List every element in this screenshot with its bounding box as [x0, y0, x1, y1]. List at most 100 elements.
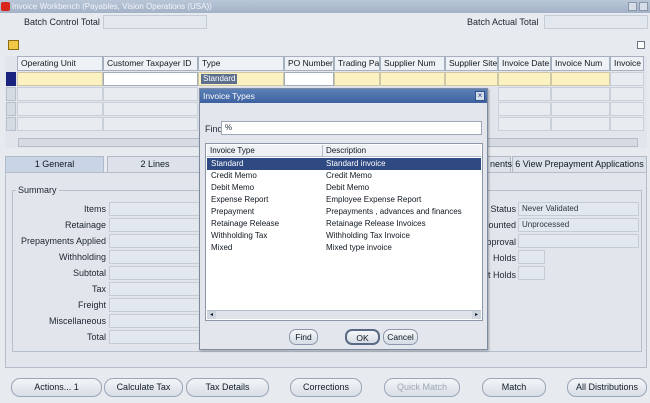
list-item-desc: Mixed type invoice [326, 243, 392, 252]
batch-control-total-label: Batch Control Total [24, 17, 100, 27]
batch-control-total-field[interactable] [103, 15, 207, 29]
corrections-button[interactable]: Corrections [290, 378, 362, 397]
customer-taxpayer-cell[interactable] [103, 72, 198, 86]
dialog-find-button[interactable]: Find [289, 329, 318, 345]
table-cell[interactable] [17, 102, 103, 116]
withholding-label: Withholding [58, 252, 106, 262]
table-cell[interactable] [551, 102, 610, 116]
row-indicator[interactable] [6, 117, 16, 131]
po-number-cell[interactable] [284, 72, 334, 86]
table-cell[interactable] [610, 117, 644, 131]
col-type: Type [198, 56, 284, 71]
table-cell[interactable] [17, 87, 103, 101]
oracle-app-icon [1, 2, 10, 11]
list-item[interactable]: Debit Memo Debit Memo [207, 182, 481, 194]
folder-icon[interactable] [8, 40, 19, 50]
table-cell[interactable] [551, 87, 610, 101]
miscellaneous-label: Miscellaneous [48, 316, 106, 326]
supplier-site-cell[interactable] [445, 72, 498, 86]
list-item-type: Expense Report [211, 195, 269, 204]
operating-unit-cell[interactable] [17, 72, 103, 86]
approval-field [518, 234, 639, 248]
table-cell[interactable] [103, 102, 198, 116]
dialog-ok-button[interactable]: OK [345, 329, 380, 345]
list-item-desc: Prepayments , advances and finances [326, 207, 462, 216]
tab-lines[interactable]: 2 Lines [107, 156, 203, 172]
invoice-cell[interactable] [610, 72, 644, 86]
tax-field [109, 282, 201, 296]
list-item[interactable]: Credit Memo Credit Memo [207, 170, 481, 182]
actions-button[interactable]: Actions... 1 [11, 378, 102, 397]
list-item-type: Mixed [211, 243, 233, 252]
status-field: Never Validated [518, 202, 639, 216]
summary-legend: Summary [16, 185, 59, 195]
quick-match-button[interactable]: Quick Match [384, 378, 460, 397]
withholding-field [109, 250, 201, 264]
list-item[interactable]: Expense Report Employee Expense Report [207, 194, 481, 206]
table-cell[interactable] [610, 102, 644, 116]
col-supplier-site: Supplier Site [445, 56, 498, 71]
tab-view-prepayment-applications[interactable]: 6 View Prepayment Applications [512, 156, 647, 172]
list-item-desc: Debit Memo [326, 183, 370, 192]
col-invoice-date: Invoice Date [498, 56, 551, 71]
scroll-left-icon[interactable]: ◂ [207, 311, 216, 319]
trading-partner-cell[interactable] [334, 72, 380, 86]
supplier-num-cell[interactable] [380, 72, 445, 86]
table-cell[interactable] [103, 117, 198, 131]
holds-field [518, 250, 545, 264]
subtotal-field [109, 266, 201, 280]
table-cell[interactable] [551, 117, 610, 131]
list-item-desc: Retainage Release Invoices [326, 219, 426, 228]
release-holds-field [518, 266, 545, 280]
list-item-desc: Employee Expense Report [326, 195, 422, 204]
maximize-icon[interactable] [639, 2, 648, 11]
find-label: Find [205, 124, 223, 134]
type-cell-value: Standard [201, 74, 238, 84]
list-item-type: Debit Memo [211, 183, 255, 192]
all-distributions-button[interactable]: All Distributions [567, 378, 647, 397]
col-invoice-num: Invoice Num [551, 56, 610, 71]
list-item-type: Credit Memo [211, 171, 257, 180]
miscellaneous-field [109, 314, 201, 328]
tax-details-button[interactable]: Tax Details [186, 378, 269, 397]
invoice-num-cell[interactable] [551, 72, 610, 86]
invoice-types-list: Invoice Type Description Standard Standa… [205, 143, 483, 321]
table-cell[interactable] [498, 87, 551, 101]
col-customer-taxpayer-id: Customer Taxpayer ID [103, 56, 198, 71]
table-cell[interactable] [103, 87, 198, 101]
list-item[interactable]: Withholding Tax Withholding Tax Invoice [207, 230, 481, 242]
table-cell[interactable] [498, 102, 551, 116]
items-field [109, 202, 201, 216]
calculate-tax-button[interactable]: Calculate Tax [104, 378, 183, 397]
tab-general[interactable]: 1 General [5, 156, 104, 172]
close-icon[interactable]: × [475, 91, 485, 101]
minimize-icon[interactable] [628, 2, 637, 11]
list-item[interactable]: Standard Standard invoice [207, 158, 481, 170]
retainage-field [109, 218, 201, 232]
table-cell[interactable] [17, 117, 103, 131]
list-item-type: Standard [211, 159, 244, 168]
list-item[interactable]: Prepayment Prepayments , advances and fi… [207, 206, 481, 218]
tab-general-label: 1 General [34, 159, 75, 169]
list-item[interactable]: Retainage Release Retainage Release Invo… [207, 218, 481, 230]
window-title: Invoice Workbench (Payables, Vision Oper… [12, 2, 212, 11]
scroll-right-icon[interactable]: ▸ [472, 311, 481, 319]
table-cell[interactable] [610, 87, 644, 101]
find-input[interactable]: % [221, 121, 482, 135]
tab-partial[interactable]: nents [487, 156, 513, 172]
row-indicator[interactable] [6, 102, 16, 116]
invoice-types-dialog: Invoice Types × Find % Invoice Type Desc… [199, 88, 488, 350]
current-row-indicator[interactable] [6, 72, 16, 86]
row-indicator[interactable] [6, 87, 16, 101]
invoice-date-cell[interactable] [498, 72, 551, 86]
list-item[interactable]: Mixed Mixed type invoice [207, 242, 481, 254]
list-item-type: Prepayment [211, 207, 255, 216]
tab-partial-label: nents [490, 159, 513, 169]
match-button[interactable]: Match [482, 378, 546, 397]
type-cell[interactable]: Standard [198, 72, 284, 86]
list-horizontal-scrollbar[interactable]: ◂ ▸ [207, 310, 481, 319]
dialog-cancel-button[interactable]: Cancel [383, 329, 418, 345]
checkbox[interactable] [637, 41, 645, 49]
table-cell[interactable] [498, 117, 551, 131]
accounted-field: Unprocessed [518, 218, 639, 232]
